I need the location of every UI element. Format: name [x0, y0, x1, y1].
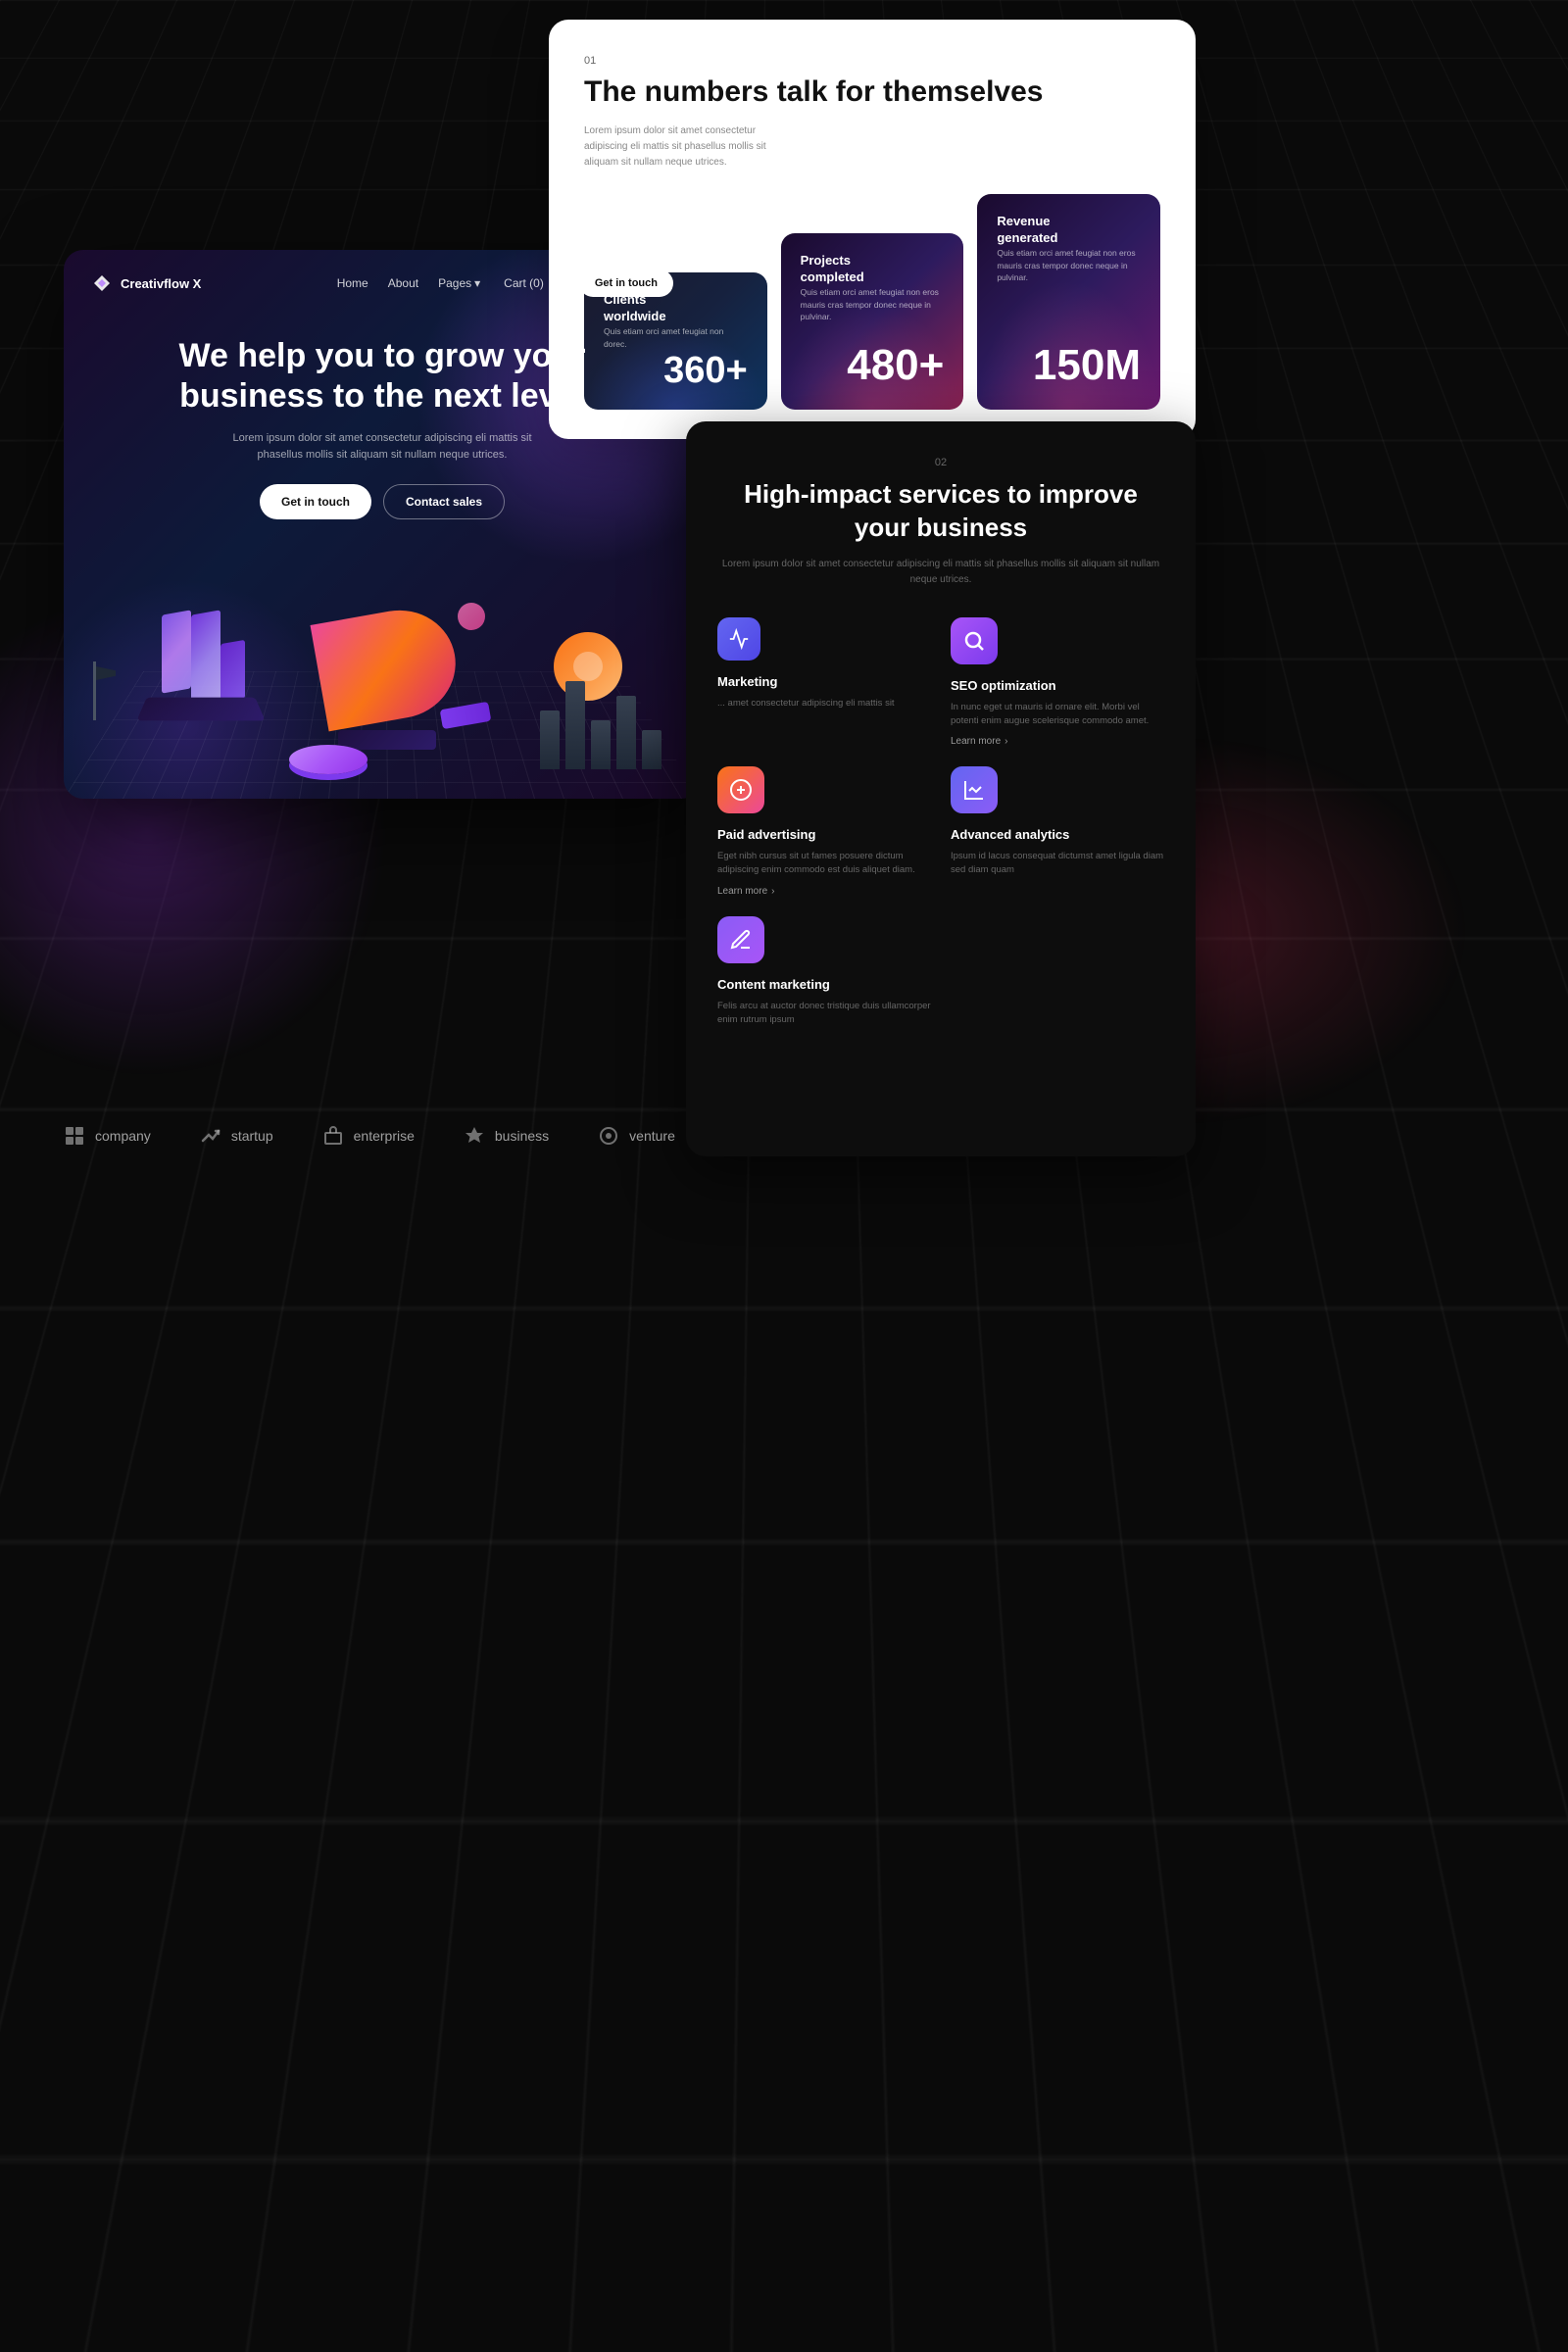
bars-object: [540, 681, 662, 769]
service-marketing-desc: ... amet consectetur adipiscing eli matt…: [717, 697, 931, 710]
service-marketing: Marketing ... amet consectetur adipiscin…: [717, 617, 931, 748]
stat-projects-number: 480+: [801, 341, 945, 390]
brand-company: company: [64, 1125, 151, 1147]
services-eyebrow: 02: [717, 457, 1164, 468]
service-ads-desc: Eget nibh cursus sit ut fames posuere di…: [717, 850, 931, 878]
stat-revenue: Revenuegenerated Quis etiam orci amet fe…: [977, 194, 1160, 410]
bar-5: [642, 730, 662, 769]
bar-1: [540, 710, 560, 769]
numbers-eyebrow: 01: [584, 55, 1160, 67]
services-description: Lorem ipsum dolor sit amet consectetur a…: [717, 557, 1164, 588]
hero-logo: Creativflow X: [91, 272, 337, 294]
brand-enterprise-name: enterprise: [354, 1128, 415, 1144]
megaphone-base: [338, 730, 436, 750]
brand-company-name: company: [95, 1128, 151, 1144]
bar-3: [591, 720, 611, 769]
numbers-title: The numbers talk for themselves: [584, 74, 1160, 110]
service-seo: SEO optimization In nunc eget ut mauris …: [951, 617, 1164, 748]
brand-bar: company startup enterprise business vent…: [64, 1125, 675, 1147]
service-analytics: Advanced analytics Ipsum id lacus conseq…: [951, 766, 1164, 897]
services-grid: Marketing ... amet consectetur adipiscin…: [717, 617, 1164, 1028]
flag-pole: [93, 662, 96, 720]
contact-sales-button[interactable]: Contact sales: [383, 484, 505, 519]
startup-icon: [200, 1125, 221, 1147]
flag-banner: [96, 666, 116, 680]
nav-links: Home About Pages ▾ Cart (0) Get in touch: [337, 270, 673, 297]
service-analytics-title: Advanced analytics: [951, 827, 1164, 842]
bar-2: [565, 681, 585, 769]
service-marketing-title: Marketing: [717, 674, 931, 689]
nav-cta-button[interactable]: Get in touch: [579, 270, 673, 297]
megaphone-handle: [440, 702, 492, 729]
service-ads-learn-more[interactable]: Learn more ›: [717, 886, 931, 897]
stat-projects-desc: Quis etiam orci amet feugiat non eros ma…: [801, 286, 945, 323]
brand-business-name: business: [495, 1128, 549, 1144]
service-content-title: Content marketing: [717, 977, 931, 992]
service-ads-title: Paid advertising: [717, 827, 931, 842]
service-seo-icon: [951, 617, 998, 664]
hero-title: We help you to grow your business to the…: [122, 336, 642, 416]
hero-subtitle: Lorem ipsum dolor sit amet consectetur a…: [225, 430, 539, 465]
services-card: 02 High-impact services to improve your …: [686, 421, 1196, 1156]
bar-4: [616, 696, 636, 769]
brand-venture: venture: [598, 1125, 675, 1147]
service-analytics-desc: Ipsum id lacus consequat dictumst amet l…: [951, 850, 1164, 878]
service-ads-icon: [717, 766, 764, 813]
service-seo-desc: In nunc eget ut mauris id ornare elit. M…: [951, 701, 1164, 729]
enterprise-icon: [322, 1125, 344, 1147]
nav-pages[interactable]: Pages ▾: [438, 276, 480, 290]
nav-about[interactable]: About: [388, 276, 418, 290]
megaphone-dot: [458, 603, 485, 630]
service-marketing-icon: [717, 617, 760, 661]
hero-objects: [64, 505, 701, 799]
coin-object: [289, 745, 368, 774]
hero-buttons: Get in touch Contact sales: [122, 484, 642, 519]
service-content: Content marketing Felis arcu at auctor d…: [717, 916, 931, 1028]
brand-startup: startup: [200, 1125, 273, 1147]
business-icon: [464, 1125, 485, 1147]
stat-projects-label: Projectscompleted: [801, 253, 945, 286]
flag-object: [93, 662, 96, 720]
service-content-desc: Felis arcu at auctor donec tristique dui…: [717, 1000, 931, 1028]
brand-business: business: [464, 1125, 549, 1147]
service-content-icon: [717, 916, 764, 963]
crystal-3: [220, 640, 245, 703]
numbers-description: Lorem ipsum dolor sit amet consectetur a…: [584, 123, 780, 171]
megaphone-object: [318, 573, 495, 750]
service-paid-ads: Paid advertising Eget nibh cursus sit ut…: [717, 766, 931, 897]
services-title: High-impact services to improve your bus…: [717, 478, 1164, 545]
brand-startup-name: startup: [231, 1128, 273, 1144]
crystal-base: [136, 698, 265, 721]
logo-text: Creativflow X: [121, 276, 201, 291]
service-seo-title: SEO optimization: [951, 678, 1164, 693]
stat-revenue-number: 150M: [997, 341, 1141, 390]
nav-cart[interactable]: Cart (0): [504, 276, 544, 290]
hero-content: We help you to grow your business to the…: [64, 317, 701, 519]
crystal-objects: [142, 573, 260, 720]
service-analytics-icon: [951, 766, 998, 813]
stat-revenue-label: Revenuegenerated: [997, 214, 1141, 247]
hero-nav: Creativflow X Home About Pages ▾ Cart (0…: [64, 250, 701, 317]
get-in-touch-button[interactable]: Get in touch: [260, 484, 371, 519]
hero-card: Creativflow X Home About Pages ▾ Cart (0…: [64, 250, 701, 799]
brand-venture-name: venture: [629, 1128, 675, 1144]
company-icon: [64, 1125, 85, 1147]
logo-icon: [91, 272, 113, 294]
brand-enterprise: enterprise: [322, 1125, 415, 1147]
stat-revenue-desc: Quis etiam orci amet feugiat non eros ma…: [997, 247, 1141, 284]
nav-home[interactable]: Home: [337, 276, 368, 290]
service-seo-learn-more[interactable]: Learn more ›: [951, 736, 1164, 747]
venture-icon: [598, 1125, 619, 1147]
stat-projects: Projectscompleted Quis etiam orci amet f…: [781, 233, 964, 410]
crystal-1: [162, 610, 191, 693]
sphere-inner: [573, 652, 603, 681]
